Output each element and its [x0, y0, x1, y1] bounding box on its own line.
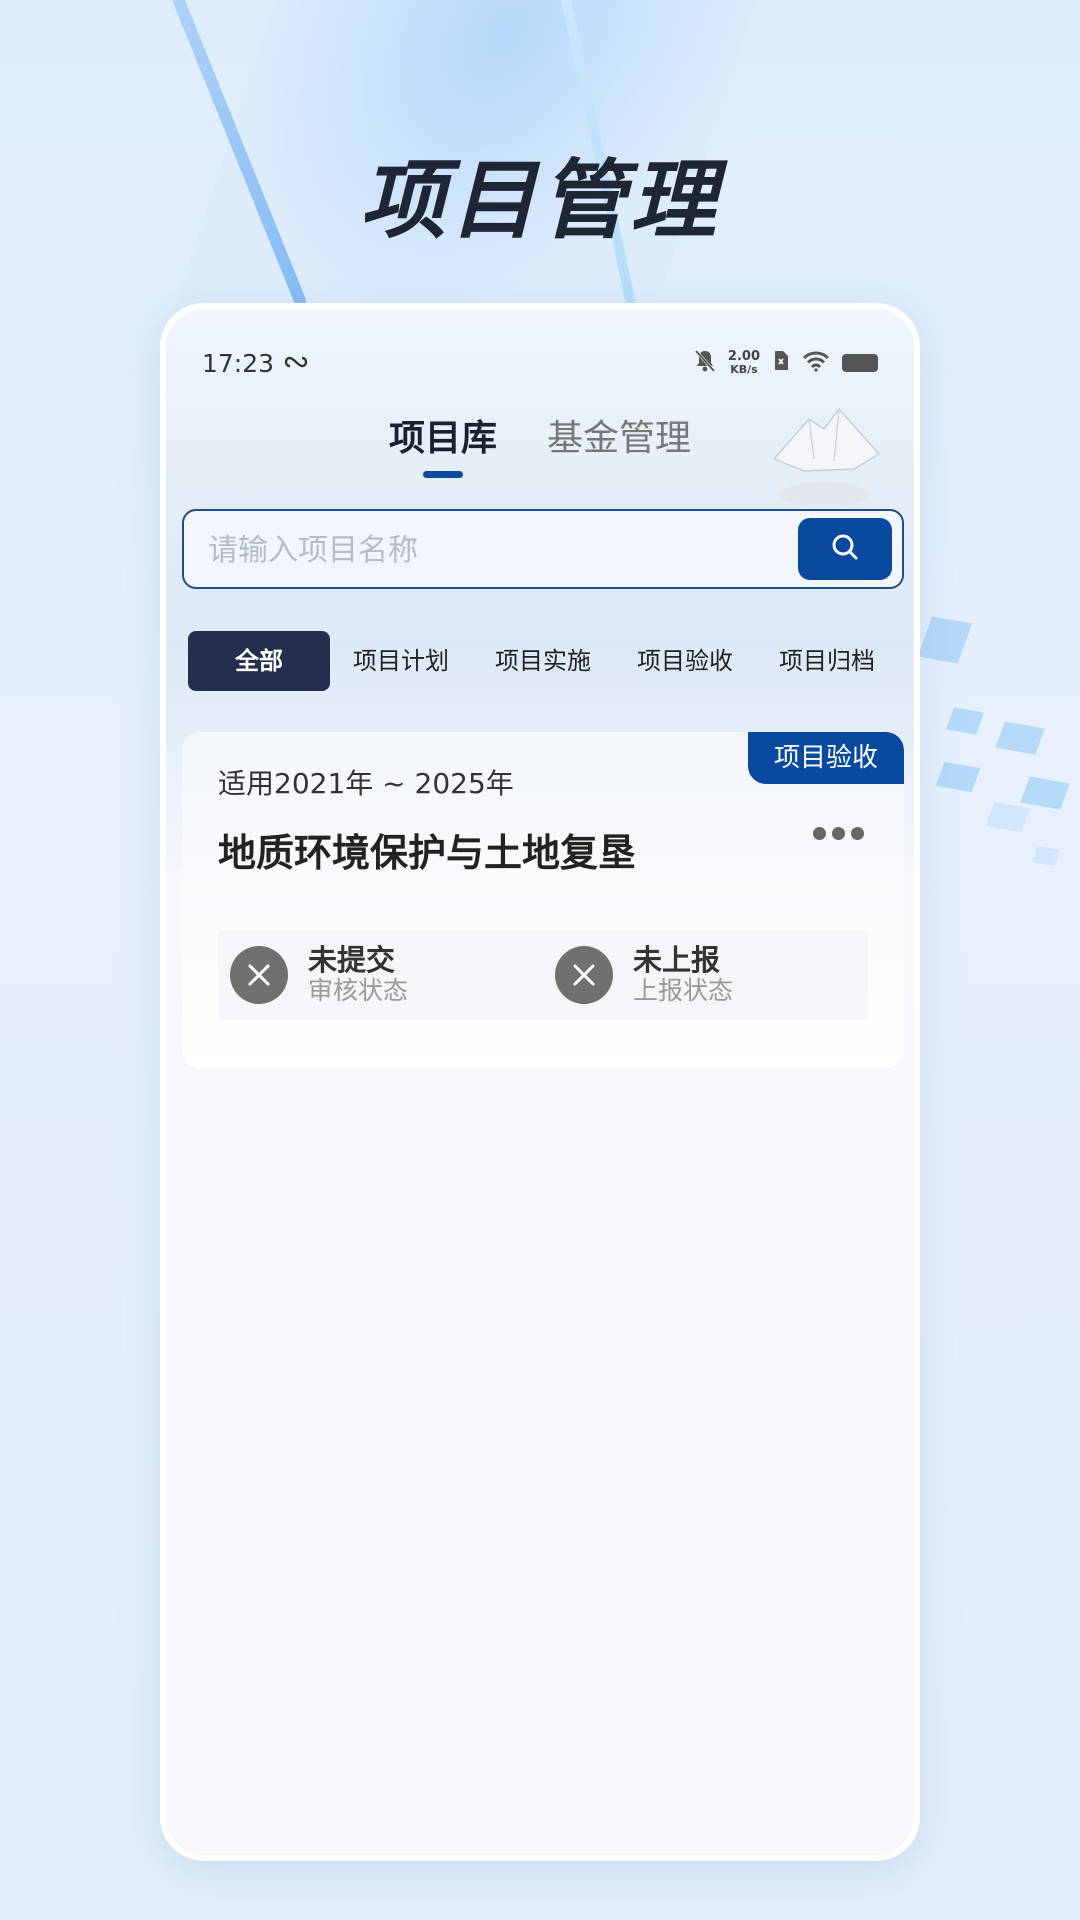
search-input[interactable] — [206, 529, 770, 571]
filter-all[interactable]: 全部 — [188, 631, 330, 691]
search-bar — [182, 509, 904, 589]
status-bar: 17:23 2.00 KB/s — [202, 343, 878, 383]
project-title: 地质环境保护与土地复垦 — [218, 831, 637, 875]
tab-label: 基金管理 — [547, 418, 692, 459]
search-icon — [830, 532, 860, 566]
tab-bar: 项目库 基金管理 — [166, 409, 914, 489]
tab-project-library[interactable]: 项目库 — [389, 409, 497, 489]
close-icon — [555, 946, 613, 1004]
review-status-label: 审核状态 — [308, 976, 409, 1005]
decor-cube — [1020, 776, 1070, 810]
review-status-value: 未提交 — [308, 943, 396, 977]
project-card[interactable]: 项目验收 适用2021年 ~ 2025年 地质环境保护与土地复垦 未提交 审核状… — [182, 732, 904, 1068]
phone-frame: 17:23 2.00 KB/s 项目库 基金管理 请输入项目名称 全部 项目计划… — [160, 303, 920, 1861]
status-time: 17:23 — [202, 348, 275, 378]
report-status: 未上报 上报状态 — [543, 930, 868, 1020]
status-panel: 未提交 审核状态 未上报 上报状态 — [218, 930, 868, 1020]
filter-project-archive[interactable]: 项目归档 — [756, 631, 898, 691]
wifi-icon — [802, 350, 830, 376]
decor-cube — [917, 616, 973, 664]
stage-badge: 项目验收 — [748, 732, 904, 784]
filter-project-acceptance[interactable]: 项目验收 — [614, 631, 756, 691]
decor-cube — [1032, 846, 1060, 866]
mute-icon — [694, 349, 716, 377]
decor-cube — [995, 721, 1045, 755]
decor-cube — [935, 761, 981, 793]
close-icon — [230, 946, 288, 1004]
review-status: 未提交 审核状态 — [218, 930, 543, 1020]
decor-cube — [945, 707, 985, 735]
tab-fund-management[interactable]: 基金管理 — [547, 409, 691, 489]
tab-indicator — [422, 471, 463, 478]
tab-label: 项目库 — [388, 418, 497, 459]
project-period: 适用2021年 ~ 2025年 — [218, 767, 514, 800]
more-icon[interactable] — [813, 827, 864, 840]
decor-cube — [985, 801, 1031, 833]
link-icon — [284, 354, 308, 373]
page-title: 项目管理 — [360, 151, 720, 251]
report-status-value: 未上报 — [633, 943, 721, 977]
sim-icon — [772, 350, 790, 376]
filter-bar: 全部 项目计划 项目实施 项目验收 项目归档 — [188, 631, 898, 691]
filter-project-plan[interactable]: 项目计划 — [330, 631, 472, 691]
report-status-label: 上报状态 — [633, 976, 734, 1005]
network-speed: 2.00 KB/s — [727, 349, 760, 376]
battery-icon — [842, 354, 878, 372]
filter-project-implementation[interactable]: 项目实施 — [472, 631, 614, 691]
search-button[interactable] — [798, 518, 892, 580]
